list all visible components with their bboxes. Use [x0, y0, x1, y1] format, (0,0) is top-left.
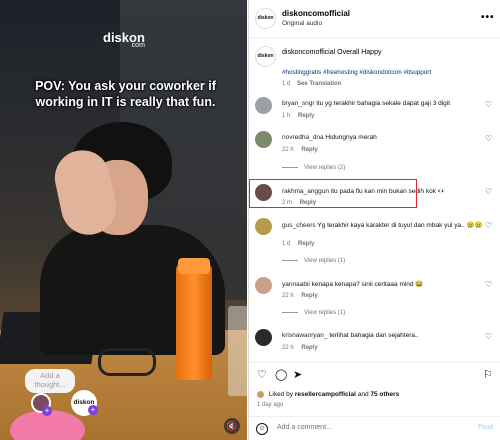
comment-avatar[interactable]	[255, 218, 272, 235]
add-comment-row: ☺ Add a comment... Post	[249, 416, 500, 440]
comment-avatar[interactable]	[255, 329, 272, 346]
liked-by-prefix: Liked by	[268, 391, 294, 399]
comment-body: itu yg terakhir bahagia sekale dapat gaj…	[316, 100, 451, 107]
caption-meta: 1 d See Translation	[282, 81, 341, 87]
comment-username[interactable]: novredha_dna	[282, 134, 324, 141]
comment-username[interactable]: gus_cheers	[282, 222, 316, 229]
comment-input[interactable]: Add a comment...	[277, 424, 332, 431]
comment-avatar[interactable]	[255, 131, 272, 148]
follow-plus-icon[interactable]: +	[88, 405, 98, 415]
comment-time: 1 h	[282, 113, 291, 119]
orange-bottle	[176, 262, 212, 380]
view-replies-text[interactable]: View replies (1)	[304, 258, 345, 264]
comment-meta: 1 d Reply	[282, 241, 314, 247]
reply-button[interactable]: Reply	[301, 147, 317, 153]
liker-avatar	[257, 391, 264, 398]
comment-like-icon[interactable]: ♡	[485, 221, 492, 230]
video-logo: diskon com	[103, 30, 145, 49]
comment-time: 22 h	[282, 147, 294, 153]
highlight-box	[249, 179, 417, 208]
more-options-icon[interactable]: •••	[481, 12, 495, 23]
caption-text: diskoncomofficial Overall Happy	[282, 49, 382, 56]
comment-time: 1 d	[282, 241, 291, 247]
audio-link[interactable]: Original audio	[282, 20, 322, 27]
view-replies-link[interactable]: View replies (1)	[282, 258, 345, 264]
comment-like-icon[interactable]: ♡	[485, 280, 492, 289]
comment-meta: 22 h Reply	[282, 345, 318, 351]
reply-button[interactable]: Reply	[301, 293, 317, 299]
comment-time: 22 h	[282, 345, 294, 351]
view-replies-link[interactable]: View replies (1)	[282, 310, 345, 316]
comment-like-icon[interactable]: ♡	[485, 187, 492, 196]
reply-button[interactable]: Reply	[298, 241, 314, 247]
liked-by-others[interactable]: 75 others	[370, 391, 399, 398]
comment-time: 22 h	[282, 293, 294, 299]
post-age: 1 day ago	[257, 402, 284, 408]
reply-button[interactable]: Reply	[301, 345, 317, 351]
reply-button[interactable]: Reply	[298, 113, 314, 119]
header-avatar[interactable]: diskon	[255, 8, 276, 29]
post-panel: diskon diskoncomofficial Original audio …	[248, 0, 500, 440]
like-icon[interactable]: ♡	[257, 368, 267, 381]
comment-text: krisnawanryan_ terlihat bahagia dan seja…	[282, 332, 419, 339]
plus-icon[interactable]: +	[42, 406, 52, 416]
comment-body: terlihat bahagia dan sejahtera..	[329, 332, 419, 339]
liked-by-and: and	[357, 391, 369, 399]
comment-meta: 22 h Reply	[282, 293, 318, 299]
video-caption: POV: You ask your coworker if working in…	[35, 79, 216, 109]
comment-username[interactable]: yannaabii	[282, 281, 310, 288]
view-replies-link[interactable]: View replies (2)	[282, 165, 345, 171]
comment-like-icon[interactable]: ♡	[485, 134, 492, 143]
comment-like-icon[interactable]: ♡	[485, 332, 492, 341]
divider-line	[282, 311, 298, 313]
caption-avatar[interactable]: diskon	[255, 46, 276, 67]
header-username[interactable]: diskoncomofficial	[282, 9, 350, 18]
comment-like-icon[interactable]: ♡	[485, 100, 492, 109]
likes-summary: Liked by resellercampofficial and 75 oth…	[257, 391, 399, 398]
eyeglasses	[98, 348, 156, 376]
comment-icon[interactable]: ◯	[275, 368, 287, 381]
post-button[interactable]: Post	[478, 424, 493, 431]
view-replies-text[interactable]: View replies (2)	[304, 165, 345, 171]
comment-text: yannaabii kenapa kenapa? sinii ceritaaa …	[282, 280, 423, 288]
comment-body: Yg terakhir kaya karakter di tuyul dan m…	[317, 222, 483, 229]
comment-meta: 22 h Reply	[282, 147, 318, 153]
divider-line	[282, 166, 298, 168]
comment-body: kenapa kenapa? sinii ceritaaa mind 😂	[311, 281, 424, 288]
comment-body: Hidungnya merah	[325, 134, 377, 141]
share-icon[interactable]: ➤	[293, 368, 302, 381]
bottle-cap	[178, 258, 210, 274]
save-icon[interactable]: ⚐	[483, 368, 493, 381]
action-bar: ♡ ◯ ➤ ⚐ Liked by resellercampofficial an…	[249, 362, 500, 440]
add-thought-bubble[interactable]: Add a thought...	[25, 369, 75, 393]
glass-jar	[228, 306, 247, 396]
comment-meta: 1 h Reply	[282, 113, 314, 119]
liked-by-user[interactable]: resellercampofficial	[295, 391, 356, 398]
post-header: diskon diskoncomofficial Original audio …	[249, 0, 500, 38]
comment-text: bryan_sngr itu yg terakhir bahagia sekal…	[282, 100, 450, 107]
comment-avatar[interactable]	[255, 277, 272, 294]
comment-username[interactable]: bryan_sngr	[282, 100, 315, 107]
emoji-icon[interactable]: ☺	[256, 423, 268, 435]
comment-avatar[interactable]	[255, 97, 272, 114]
comment-text: gus_cheers Yg terakhir kaya karakter di …	[282, 221, 483, 229]
comment-username[interactable]: krisnawanryan_	[282, 332, 328, 339]
see-translation-link[interactable]: See Translation	[297, 81, 341, 87]
comment-text: novredha_dna Hidungnya merah	[282, 134, 377, 141]
hashtags[interactable]: #hostinggratis #freehosting #diskondotco…	[282, 69, 431, 76]
mute-icon[interactable]: 🔇	[224, 418, 240, 434]
reel-video[interactable]: diskon com POV: You ask your coworker if…	[0, 0, 247, 440]
divider-line	[282, 259, 298, 261]
comment-item: gus_cheers Yg terakhir kaya karakter di …	[249, 218, 500, 258]
caption-time: 1 d	[282, 81, 291, 87]
view-replies-text[interactable]: View replies (1)	[304, 310, 345, 316]
